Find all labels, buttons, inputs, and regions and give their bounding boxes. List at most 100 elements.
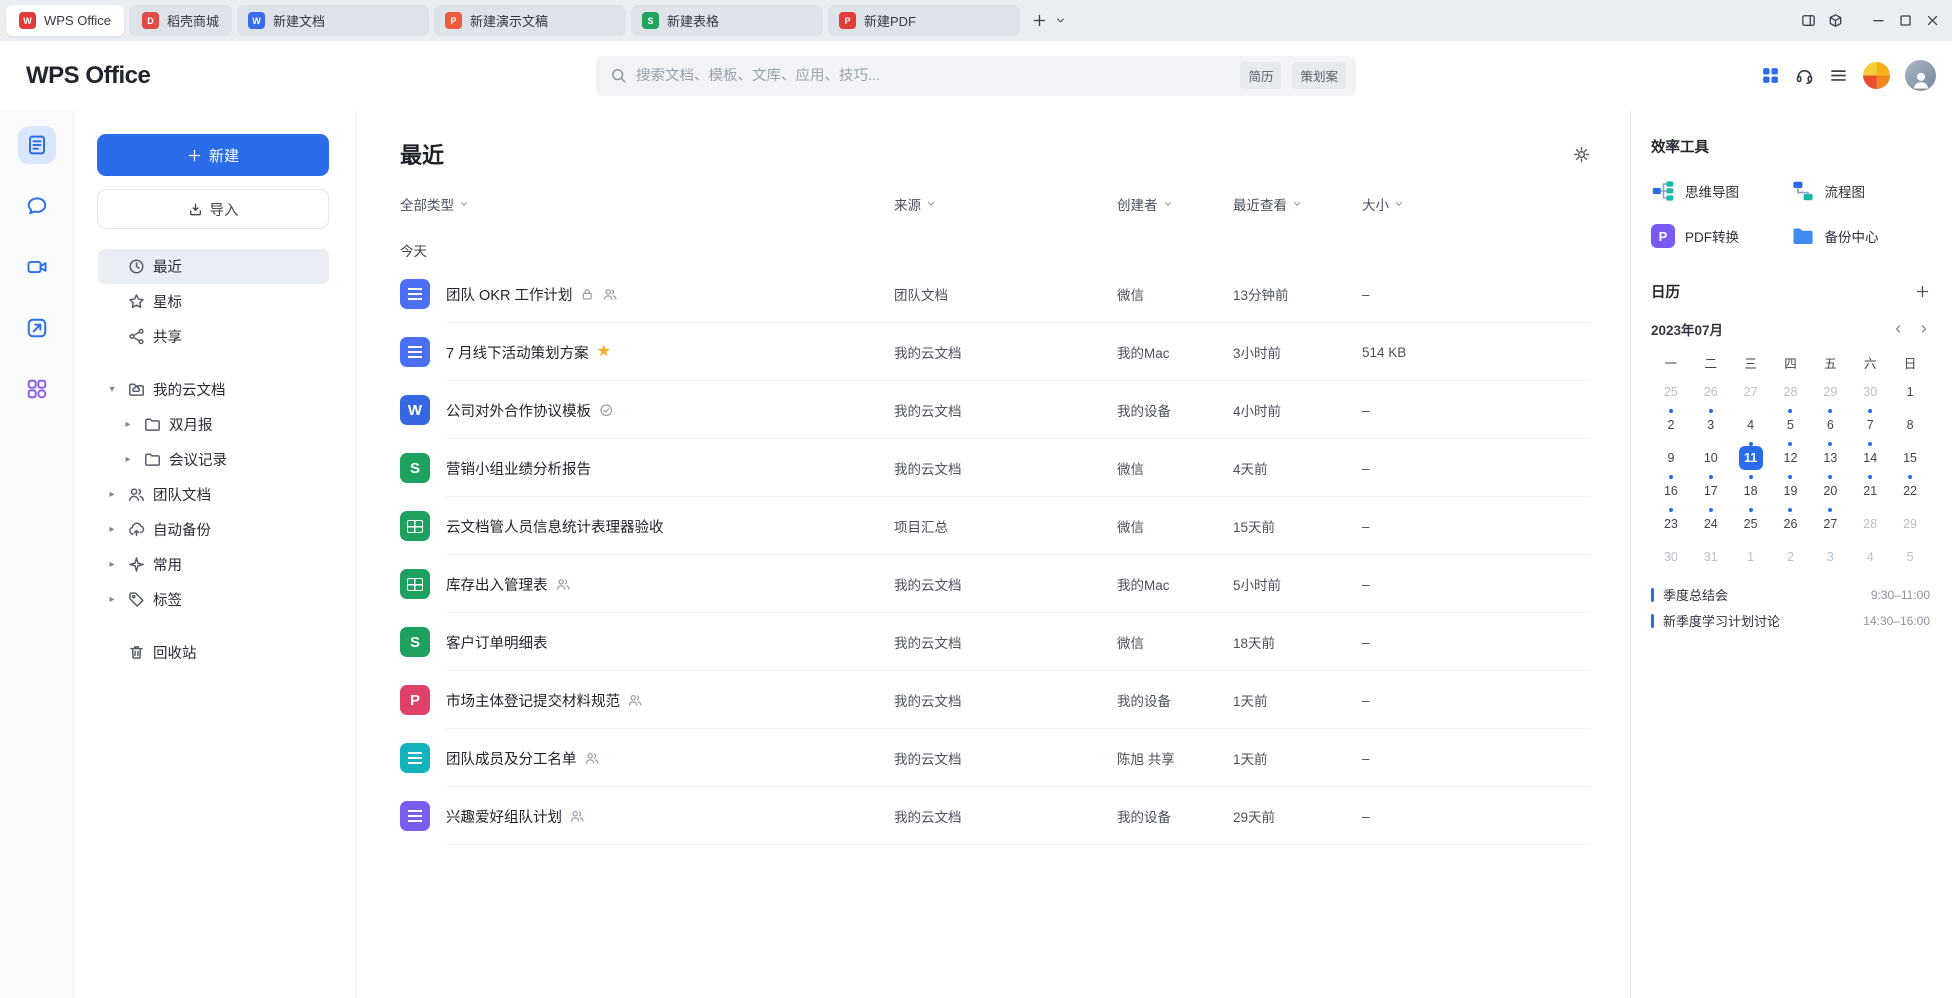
- sidebar-item-auto-backup[interactable]: ▸自动备份: [98, 512, 329, 547]
- close-button[interactable]: [1925, 13, 1940, 28]
- file-row[interactable]: S客户订单明细表我的云文档微信18天前–: [400, 613, 1590, 671]
- membership-pinwheel-icon[interactable]: [1863, 62, 1890, 89]
- minimize-button[interactable]: [1871, 13, 1886, 28]
- app-documents-button[interactable]: [18, 126, 56, 164]
- sidebar-item-bimonthly-report[interactable]: ▸双月报: [98, 407, 329, 442]
- settings-gear-icon[interactable]: [1573, 146, 1590, 163]
- expander-right-icon[interactable]: ▸: [104, 595, 120, 605]
- expander-down-icon[interactable]: ▾: [104, 385, 120, 395]
- calendar-day[interactable]: 30: [1651, 540, 1691, 573]
- app-meeting-button[interactable]: [18, 248, 56, 286]
- sidebar-item-recent[interactable]: 最近: [98, 249, 329, 284]
- calendar-day[interactable]: 9: [1651, 441, 1691, 474]
- calendar-day[interactable]: 28: [1850, 507, 1890, 540]
- filter-last-viewed[interactable]: 最近查看: [1233, 194, 1362, 214]
- new-tab-button[interactable]: [1032, 13, 1047, 28]
- calendar-day[interactable]: 8: [1890, 408, 1930, 441]
- filter-size[interactable]: 大小: [1362, 194, 1590, 214]
- calendar-day[interactable]: 15: [1890, 441, 1930, 474]
- calendar-day[interactable]: 12: [1771, 441, 1811, 474]
- expander-right-icon[interactable]: ▸: [104, 490, 120, 500]
- calendar-day[interactable]: 6: [1810, 408, 1850, 441]
- tool-mindmap[interactable]: 思维导图: [1651, 179, 1791, 203]
- file-row[interactable]: W公司对外合作协议模板我的云文档我的设备4小时前–: [400, 381, 1590, 439]
- window-tab[interactable]: S新建表格: [631, 5, 823, 36]
- user-avatar[interactable]: [1905, 60, 1936, 91]
- file-row[interactable]: 团队 OKR 工作计划团队文档微信13分钟前–: [400, 265, 1590, 323]
- support-button[interactable]: [1795, 66, 1814, 85]
- sidebar-item-shared[interactable]: 共享: [98, 319, 329, 354]
- calendar-day[interactable]: 25: [1651, 375, 1691, 408]
- sidebar-item-frequent[interactable]: ▸常用: [98, 547, 329, 582]
- expander-right-icon[interactable]: ▸: [120, 420, 136, 430]
- apps-grid-button[interactable]: [1761, 66, 1780, 85]
- tool-flowchart[interactable]: 流程图: [1791, 179, 1931, 203]
- file-row[interactable]: 团队成员及分工名单我的云文档陈旭 共享1天前–: [400, 729, 1590, 787]
- sidebar-item-meeting-notes[interactable]: ▸会议记录: [98, 442, 329, 477]
- workspace-button[interactable]: [1828, 13, 1843, 28]
- search-input[interactable]: [636, 68, 1229, 84]
- calendar-day[interactable]: 26: [1771, 507, 1811, 540]
- calendar-day[interactable]: 23: [1651, 507, 1691, 540]
- add-event-button[interactable]: [1915, 284, 1930, 299]
- calendar-day[interactable]: 2: [1651, 408, 1691, 441]
- filter-source[interactable]: 来源: [894, 194, 1117, 214]
- toggle-panel-button[interactable]: [1801, 13, 1816, 28]
- event-item[interactable]: 新季度学习计划讨论 14:30–16:00: [1651, 611, 1930, 630]
- new-document-button[interactable]: 新建: [97, 134, 329, 176]
- calendar-day[interactable]: 25: [1731, 507, 1771, 540]
- calendar-day[interactable]: 3: [1810, 540, 1850, 573]
- event-item[interactable]: 季度总结会 9:30–11:00: [1651, 585, 1930, 604]
- calendar-day[interactable]: 5: [1890, 540, 1930, 573]
- calendar-day[interactable]: 19: [1771, 474, 1811, 507]
- calendar-day[interactable]: 10: [1691, 441, 1731, 474]
- calendar-day[interactable]: 5: [1771, 408, 1811, 441]
- file-row[interactable]: 7 月线下活动策划方案★我的云文档我的Mac3小时前514 KB: [400, 323, 1590, 381]
- calendar-day[interactable]: 2: [1771, 540, 1811, 573]
- app-transfer-button[interactable]: [18, 309, 56, 347]
- file-row[interactable]: 兴趣爱好组队计划我的云文档我的设备29天前–: [400, 787, 1590, 845]
- calendar-day[interactable]: 4: [1731, 408, 1771, 441]
- calendar-day[interactable]: 3: [1691, 408, 1731, 441]
- file-row[interactable]: 库存出入管理表我的云文档我的Mac5小时前–: [400, 555, 1590, 613]
- search-tag-resume[interactable]: 简历: [1240, 62, 1281, 89]
- window-tab[interactable]: WWPS Office: [6, 5, 124, 36]
- sidebar-item-starred[interactable]: 星标: [98, 284, 329, 319]
- calendar-day[interactable]: 14: [1850, 441, 1890, 474]
- filter-creator[interactable]: 创建者: [1117, 194, 1233, 214]
- calendar-day[interactable]: 29: [1890, 507, 1930, 540]
- calendar-day[interactable]: 1: [1731, 540, 1771, 573]
- calendar-day[interactable]: 28: [1771, 375, 1811, 408]
- calendar-day[interactable]: 13: [1810, 441, 1850, 474]
- calendar-day[interactable]: 18: [1731, 474, 1771, 507]
- calendar-day[interactable]: 11: [1731, 441, 1771, 474]
- calendar-day[interactable]: 7: [1850, 408, 1890, 441]
- calendar-day[interactable]: 22: [1890, 474, 1930, 507]
- app-chat-button[interactable]: [18, 187, 56, 225]
- expander-right-icon[interactable]: ▸: [104, 560, 120, 570]
- calendar-day[interactable]: 24: [1691, 507, 1731, 540]
- expander-right-icon[interactable]: ▸: [104, 525, 120, 535]
- file-row[interactable]: S营销小组业绩分析报告我的云文档微信4天前–: [400, 439, 1590, 497]
- tool-backup-center[interactable]: 备份中心: [1791, 224, 1931, 248]
- sidebar-item-team-docs[interactable]: ▸团队文档: [98, 477, 329, 512]
- window-tab[interactable]: D稻壳商城: [129, 5, 232, 36]
- search-tag-proposal[interactable]: 策划案: [1292, 62, 1346, 89]
- file-row[interactable]: P市场主体登记提交材料规范我的云文档我的设备1天前–: [400, 671, 1590, 729]
- next-month-button[interactable]: [1918, 323, 1930, 335]
- window-tab[interactable]: P新建PDF: [828, 5, 1020, 36]
- app-apps-button[interactable]: [18, 370, 56, 408]
- calendar-day[interactable]: 16: [1651, 474, 1691, 507]
- import-button[interactable]: 导入: [97, 189, 329, 229]
- calendar-day[interactable]: 27: [1810, 507, 1850, 540]
- file-row[interactable]: 云文档管人员信息统计表理器验收项目汇总微信15天前–: [400, 497, 1590, 555]
- sidebar-item-cloud-docs[interactable]: ▾我的云文档: [98, 372, 329, 407]
- global-menu-button[interactable]: [1829, 66, 1848, 85]
- window-tab[interactable]: P新建演示文稿: [434, 5, 626, 36]
- calendar-day[interactable]: 4: [1850, 540, 1890, 573]
- filter-all-types[interactable]: 全部类型: [400, 194, 894, 214]
- calendar-day[interactable]: 27: [1731, 375, 1771, 408]
- calendar-day[interactable]: 21: [1850, 474, 1890, 507]
- window-tab[interactable]: W新建文档: [237, 5, 429, 36]
- calendar-day[interactable]: 31: [1691, 540, 1731, 573]
